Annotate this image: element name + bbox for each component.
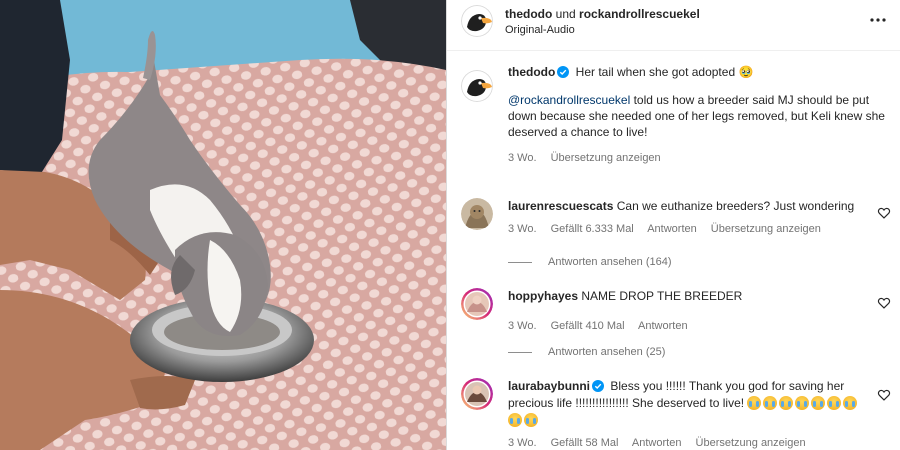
crying-face-emoji-icon [524, 413, 538, 427]
story-ring-avatar-icon [461, 378, 493, 410]
comment-item: laurenrescuescats Can we euthanize breed… [461, 198, 891, 238]
caption-translate-link[interactable]: Übersetzung anzeigen [551, 152, 661, 164]
coauthor-username[interactable]: rockandrollrescuekel [579, 7, 700, 21]
comment-likes[interactable]: Gefällt 410 Mal [551, 320, 625, 332]
post-caption: thedodo Her tail when she got adopted 🥹 … [461, 64, 891, 166]
comment-item: laurabaybunni Bless you !!!!!! Thank you… [461, 378, 891, 450]
verified-badge-icon [592, 380, 605, 392]
comment-meta: 3 Wo. Gefällt 58 Mal Antworten Übersetzu… [508, 435, 870, 450]
post-detail-panel: thedodo und rockandrollrescuekel Origina… [446, 0, 900, 450]
comment-likes[interactable]: Gefällt 58 Mal [551, 437, 619, 449]
crying-face-emoji-icon [795, 396, 810, 410]
avatar[interactable] [461, 288, 493, 320]
comment-time[interactable]: 3 Wo. [508, 437, 537, 449]
comment-meta: 3 Wo. Gefällt 410 Mal Antworten [508, 318, 870, 335]
comment-likes[interactable]: Gefällt 6.333 Mal [551, 223, 634, 235]
caption-first-line: thedodo Her tail when she got adopted 🥹 [508, 64, 891, 80]
story-ring-avatar-icon [461, 288, 493, 320]
comment-username[interactable]: laurenrescuescats [508, 199, 613, 213]
puppy-eating-image [0, 0, 446, 450]
avatar[interactable] [461, 198, 493, 230]
crying-face-emoji-icon [747, 396, 762, 410]
comment-username[interactable]: hoppyhayes [508, 289, 578, 303]
comment-reply-button[interactable]: Antworten [647, 223, 697, 235]
comment-reply-button[interactable]: Antworten [638, 320, 688, 332]
crying-face-emoji-icon [811, 396, 826, 410]
avatar[interactable] [461, 378, 493, 410]
crying-face-emoji-icon [779, 396, 794, 410]
thedodo-avatar-icon [461, 5, 493, 37]
view-replies-label: Antworten ansehen (25) [548, 346, 666, 358]
verified-badge-icon [557, 66, 570, 78]
authors-joiner: und [555, 7, 576, 21]
heart-icon[interactable] [877, 296, 891, 310]
comment-line: hoppyhayes NAME DROP THE BREEDER [508, 288, 870, 305]
caption-username[interactable]: thedodo [508, 65, 555, 79]
thedodo-avatar-icon [461, 70, 493, 102]
comment-time[interactable]: 3 Wo. [508, 223, 537, 235]
comment-username[interactable]: laurabaybunni [508, 379, 590, 393]
author-username[interactable]: thedodo [505, 7, 552, 21]
replies-divider [508, 351, 532, 353]
caption-body: @rockandrollrescuekel told us how a bree… [508, 92, 891, 140]
view-replies-button[interactable]: Antworten ansehen (164) [508, 256, 672, 268]
caption-meta: 3 Wo. Übersetzung anzeigen [508, 150, 891, 166]
comment-meta: 3 Wo. Gefällt 6.333 Mal Antworten Überse… [508, 221, 870, 238]
comment-text: Can we euthanize breeders? Just wonderin… [616, 199, 855, 213]
comment-time[interactable]: 3 Wo. [508, 320, 537, 332]
heart-icon[interactable] [877, 388, 891, 402]
comment-translate-link[interactable]: Übersetzung anzeigen [696, 437, 806, 449]
comment-line: laurabaybunni Bless you !!!!!! Thank you… [508, 378, 870, 429]
cat-avatar-icon [461, 198, 493, 230]
caption-time[interactable]: 3 Wo. [508, 152, 537, 164]
post-media-video[interactable] [0, 0, 446, 450]
comment-text: NAME DROP THE BREEDER [581, 289, 743, 303]
crying-face-emoji-icon [508, 413, 522, 427]
post-header: thedodo und rockandrollrescuekel Origina… [447, 0, 900, 51]
heart-icon[interactable] [877, 206, 891, 220]
view-replies-button[interactable]: Antworten ansehen (25) [508, 346, 665, 358]
post-authors: thedodo und rockandrollrescuekel [505, 7, 700, 21]
comment-line: laurenrescuescats Can we euthanize breed… [508, 198, 870, 215]
more-horizontal-icon[interactable] [868, 10, 888, 30]
crying-face-emoji-icon [843, 396, 858, 410]
caption-text: Her tail when she got adopted 🥹 [575, 65, 754, 79]
audio-label[interactable]: Original-Audio [505, 24, 575, 36]
crying-face-emoji-icon [827, 396, 842, 410]
avatar[interactable] [461, 70, 493, 102]
caption-mention[interactable]: @rockandrollrescuekel [508, 93, 630, 107]
comment-translate-link[interactable]: Übersetzung anzeigen [711, 223, 821, 235]
avatar[interactable] [461, 5, 493, 37]
view-replies-label: Antworten ansehen (164) [548, 256, 672, 268]
crying-face-emoji-icon [763, 396, 778, 410]
replies-divider [508, 261, 532, 263]
comment-item: hoppyhayes NAME DROP THE BREEDER 3 Wo. G… [461, 288, 891, 335]
comment-reply-button[interactable]: Antworten [632, 437, 682, 449]
